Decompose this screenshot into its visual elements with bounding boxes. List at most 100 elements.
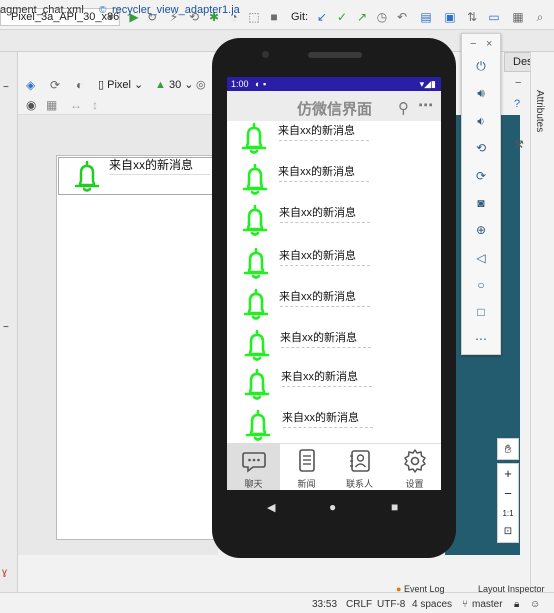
git-push-icon[interactable]: ↗ [356, 11, 368, 23]
bell-icon [243, 288, 269, 320]
search-everywhere-icon[interactable]: ⌕ [534, 11, 546, 23]
preview-divider [110, 174, 210, 175]
avd-icon[interactable]: ▭ [488, 11, 500, 23]
cursor-position[interactable]: 33:53 [312, 599, 337, 610]
horizontal-constraint-icon[interactable]: ↔ [70, 98, 82, 112]
back-icon[interactable]: ◀ [267, 501, 275, 514]
indent-setting[interactable]: 4 spaces [412, 599, 452, 610]
volume-down-icon[interactable]: 🔉︎ [475, 115, 487, 127]
file-encoding[interactable]: UTF-8 [377, 599, 405, 610]
bell-icon [245, 409, 271, 441]
git-update-icon[interactable]: ↙ [316, 11, 328, 23]
minus-icon-2[interactable]: − [3, 322, 9, 333]
left-tool-strip: − − [0, 52, 18, 592]
message-divider [283, 427, 373, 428]
night-mode-icon[interactable]: ◐ [76, 78, 83, 92]
attach-icon[interactable]: ⬚ [248, 11, 260, 23]
chat-icon [242, 452, 266, 473]
git-commit-icon[interactable]: ✓ [336, 11, 348, 23]
git-label: Git: [291, 11, 309, 23]
bell-icon [242, 163, 268, 195]
zoom-out-icon[interactable]: − [498, 486, 518, 501]
message-text: 来自xx的新消息 [279, 291, 356, 303]
bell-icon [244, 368, 270, 400]
nav-item-contacts[interactable]: 联系人 [333, 443, 386, 490]
device-manager-icon[interactable]: ▤ [420, 11, 432, 23]
zoom-fit-icon[interactable]: ⊡ [498, 526, 518, 537]
git-history-icon[interactable]: ◷ [376, 11, 388, 23]
layout-preview [56, 155, 226, 540]
tab-recycler-adapter[interactable]: recycler_view_adapter1.ja [112, 4, 240, 16]
structure-icon[interactable]: ▦ [512, 11, 524, 23]
message-text: 来自xx的新消息 [281, 371, 358, 383]
message-divider [279, 140, 369, 141]
orientation-icon[interactable]: ⟳ [50, 78, 60, 92]
home-icon[interactable]: ● [329, 500, 336, 514]
eye-icon[interactable]: ◉ [26, 98, 36, 112]
message-text: 来自xx的新消息 [279, 207, 356, 219]
event-log-icon: ● [396, 584, 402, 594]
class-icon: © [99, 5, 107, 16]
screenshot-icon[interactable]: ◙ [475, 197, 487, 209]
app-title: 仿微信界面 [297, 101, 373, 118]
layers-icon[interactable]: ◈ [26, 78, 35, 92]
camera-icon [262, 51, 269, 58]
stop-icon[interactable]: ■ [268, 11, 280, 23]
zoom-controls: + − 1:1 ⊡ [497, 463, 519, 543]
minus-icon[interactable]: − [3, 82, 9, 93]
right-tool-strip [530, 52, 554, 592]
notification-icon: ◐ ▪ [255, 79, 267, 89]
sync-icon[interactable]: ⇅ [466, 11, 478, 23]
theme-icon[interactable]: ◎ [196, 78, 206, 91]
more-icon[interactable]: ⋯ [475, 333, 487, 345]
volume-up-icon[interactable]: 🔊︎ [475, 87, 487, 99]
error-marker: ɣ [2, 567, 8, 578]
power-icon[interactable]: ⏻ [475, 60, 487, 72]
zoom-in-icon[interactable]: + [498, 466, 518, 481]
emu-back-icon[interactable]: ◁ [475, 252, 487, 264]
zoom-actual-size[interactable]: 1:1 [498, 509, 518, 518]
help-icon[interactable]: ? [514, 98, 520, 110]
bell-icon [244, 329, 270, 361]
sdk-manager-icon[interactable]: ▣ [444, 11, 456, 23]
nav-item-chat[interactable]: 聊天 [227, 443, 280, 490]
news-icon [299, 449, 315, 472]
tool-icon[interactable]: ⚒ [514, 138, 524, 151]
git-branch[interactable]: master [472, 599, 503, 610]
attributes-panel-label[interactable]: Attributes [531, 90, 545, 132]
close-emulator-icon[interactable]: × [486, 38, 492, 50]
more-options-icon[interactable]: ⋯ [418, 96, 433, 114]
contacts-icon [350, 450, 370, 472]
layout-inspector-button[interactable]: Layout Inspector [478, 584, 545, 594]
event-log-button[interactable]: ● Event Log [396, 584, 444, 594]
device-dropdown[interactable]: ▯ Pixel ⌄ [98, 78, 143, 91]
bell-icon [74, 160, 100, 192]
zoom-icon[interactable]: ⊕ [475, 224, 487, 236]
rotate-left-icon[interactable]: ⟲ [475, 142, 487, 154]
nav-item-news[interactable]: 新闻 [280, 443, 333, 490]
system-navigation: ◀ ● ■ [227, 490, 441, 524]
grid-icon[interactable]: ▦ [46, 98, 57, 112]
tab-fragment-chat[interactable]: agment_chat.xml [0, 4, 84, 16]
line-separator[interactable]: CRLF [346, 599, 372, 610]
api-dropdown[interactable]: ▲ 30 ⌄ [155, 78, 193, 91]
message-divider [280, 306, 370, 307]
nav-label-chat: 聊天 [244, 479, 263, 489]
search-icon[interactable]: ⚲ [398, 99, 409, 117]
pan-hand-icon[interactable]: ✋︎ [497, 438, 519, 460]
overview-icon[interactable]: ■ [391, 500, 398, 514]
nav-item-settings[interactable]: 设置 [388, 443, 441, 490]
minimize-icon[interactable]: − [515, 77, 521, 89]
bell-icon [241, 122, 267, 154]
emu-home-icon[interactable]: ○ [475, 279, 487, 291]
message-text: 来自xx的新消息 [278, 125, 355, 137]
status-bar: 1:00 ◐ ▪ ▾◢▮ [227, 77, 441, 91]
message-text: 来自xx的新消息 [279, 250, 356, 262]
rotate-right-icon[interactable]: ⟳ [475, 170, 487, 182]
emu-overview-icon[interactable]: □ [475, 306, 487, 318]
minimize-emulator-icon[interactable]: − [470, 38, 476, 50]
vertical-constraint-icon[interactable]: ↕ [92, 98, 98, 112]
lock-icon[interactable]: 🔒︎ [514, 599, 519, 610]
smile-icon[interactable]: ☺ [530, 599, 540, 610]
git-rollback-icon[interactable]: ↶ [396, 11, 408, 23]
